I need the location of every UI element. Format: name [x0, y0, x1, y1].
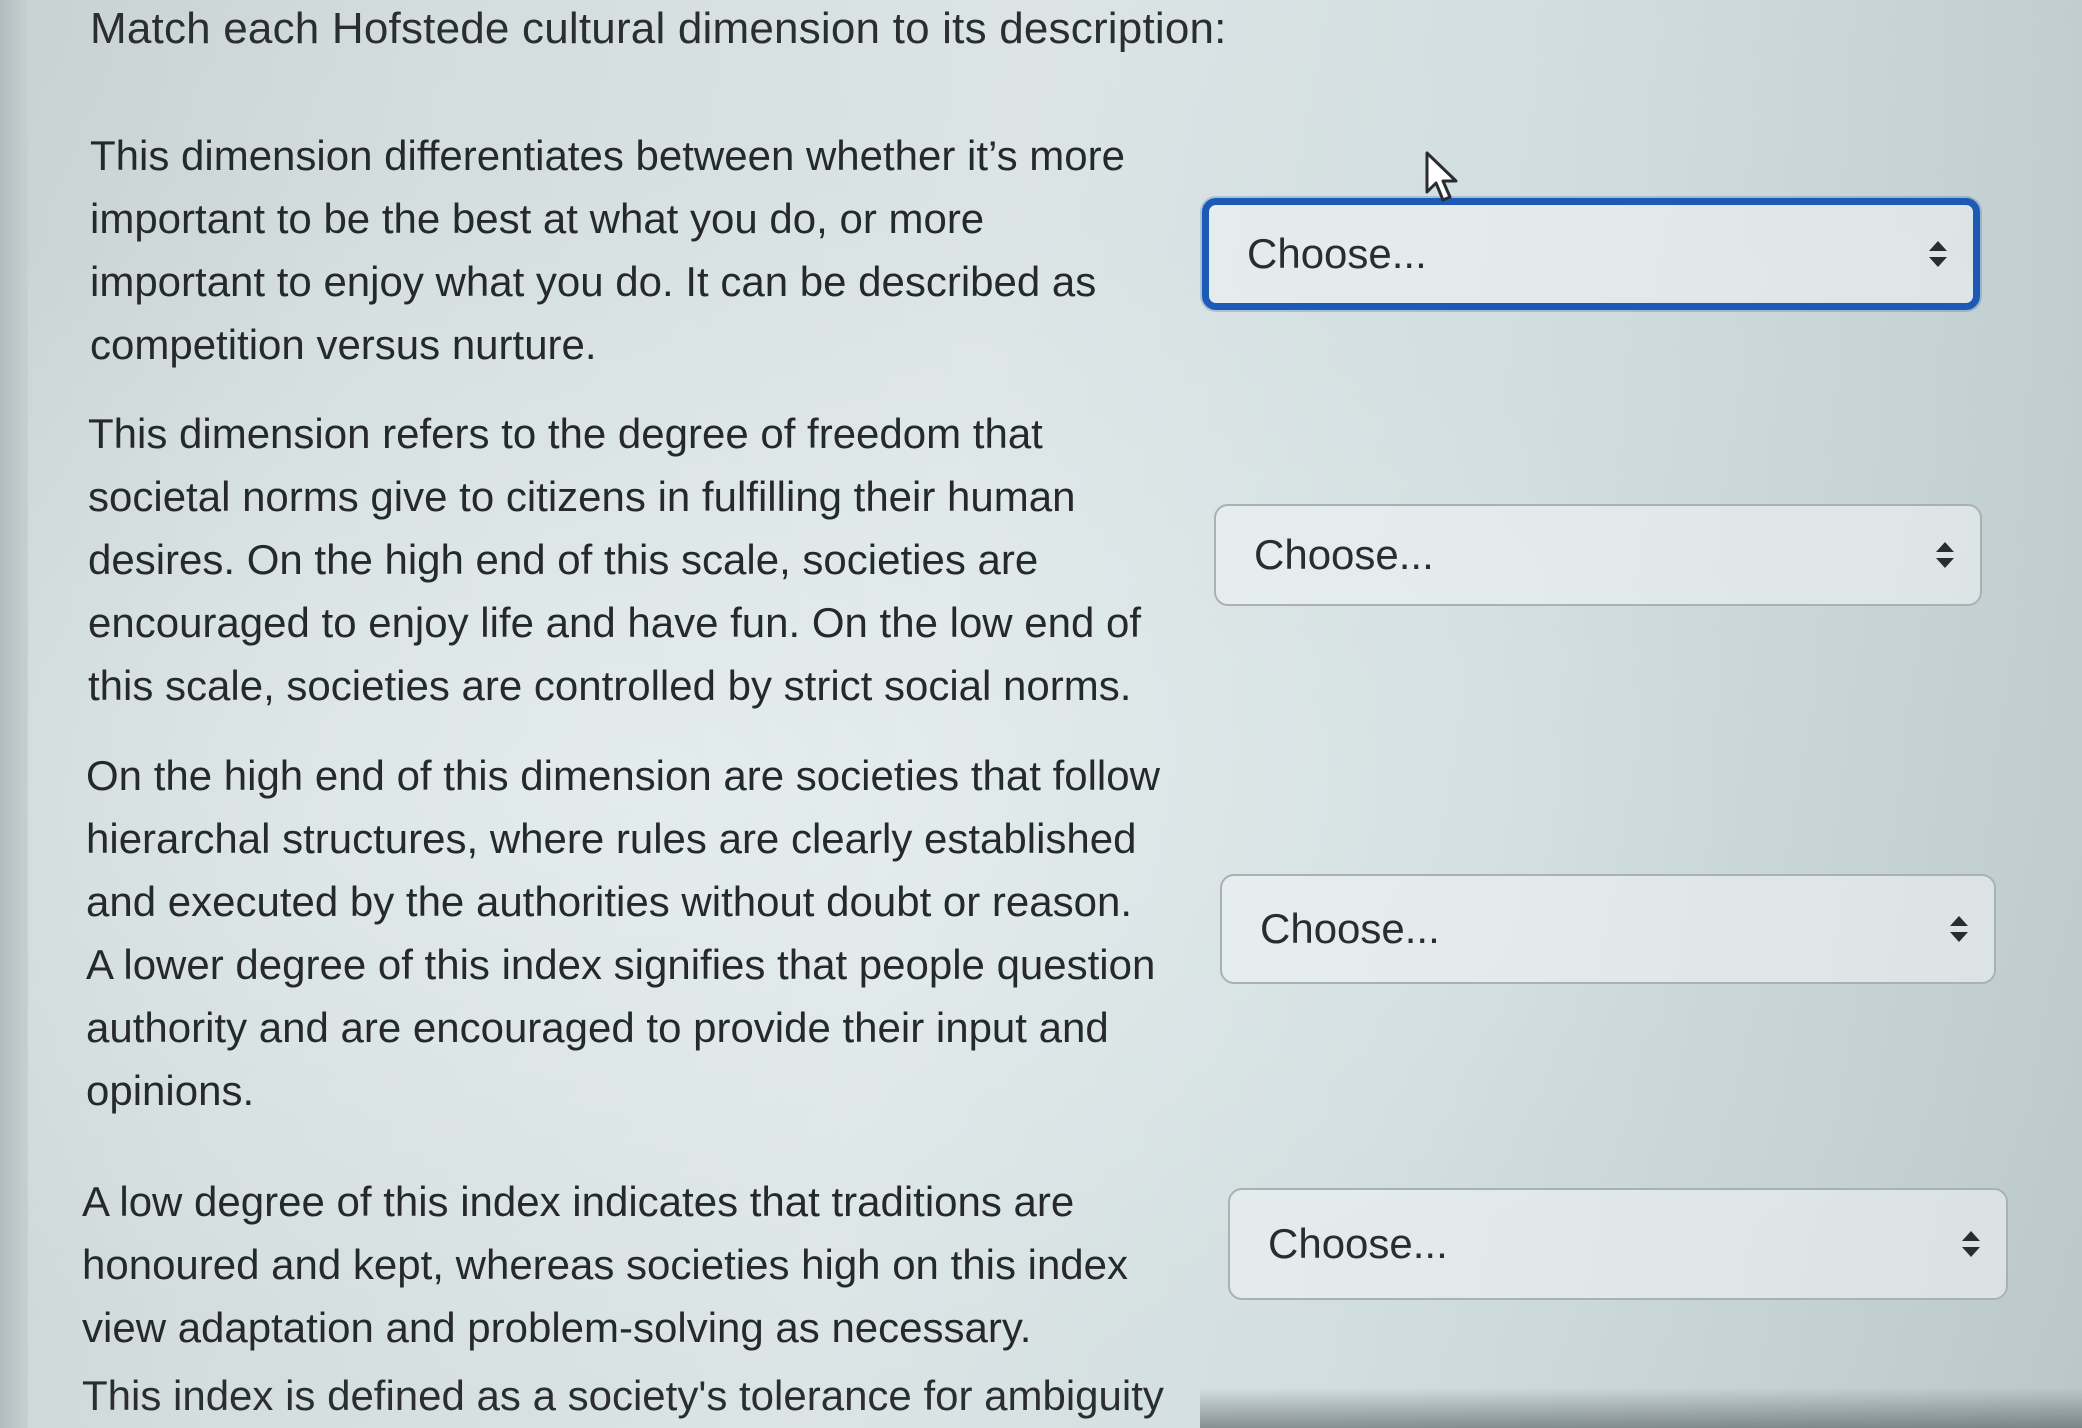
answer-select-3[interactable]: Choose... — [1220, 874, 1996, 984]
quiz-page: Match each Hofstede cultural dimension t… — [0, 0, 2082, 1428]
question-line: desires. On the high end of this scale, … — [88, 536, 1039, 583]
answer-select-2[interactable]: Choose... — [1214, 504, 1982, 606]
select-value: Choose... — [1254, 531, 1434, 578]
question-line: A low degree of this index indicates tha… — [82, 1178, 1075, 1225]
question-line: opinions. — [86, 1067, 255, 1114]
answer-select-4[interactable]: Choose... — [1228, 1188, 2008, 1300]
select-value: Choose... — [1268, 1220, 1448, 1267]
left-margin — [0, 0, 28, 1428]
updown-chevron-icon — [1936, 1229, 2006, 1259]
question-line: This dimension differentiates between wh… — [90, 132, 1125, 179]
question-line: hierarchal structures, where rules are c… — [86, 815, 1137, 862]
question-line: honoured and kept, whereas societies hig… — [82, 1241, 1129, 1288]
answer-select-1[interactable]: Choose... — [1202, 198, 1980, 310]
question-text-5-partial: This index is defined as a society's tol… — [82, 1372, 1164, 1419]
updown-chevron-icon — [1924, 914, 1994, 944]
question-instructions: Match each Hofstede cultural dimension t… — [90, 4, 1227, 53]
question-line: this scale, societies are controlled by … — [88, 662, 1132, 709]
question-text-3: On the high end of this dimension are so… — [86, 744, 1206, 1122]
updown-chevron-icon — [1910, 540, 1980, 570]
select-value: Choose... — [1260, 905, 1440, 952]
question-text-2: This dimension refers to the degree of f… — [88, 402, 1208, 717]
mouse-pointer-icon — [1425, 151, 1458, 202]
question-line: societal norms give to citizens in fulfi… — [88, 473, 1076, 520]
question-text-1: This dimension differentiates between wh… — [90, 124, 1210, 376]
question-line: This dimension refers to the degree of f… — [88, 410, 1043, 457]
question-line: competition versus nurture. — [90, 321, 597, 368]
updown-chevron-icon — [1903, 239, 1973, 269]
question-line: important to be the best at what you do,… — [90, 195, 985, 242]
question-line: authority and are encouraged to provide … — [86, 1004, 1109, 1051]
bottom-edge-shadow — [1200, 1388, 2082, 1428]
question-line: important to enjoy what you do. It can b… — [90, 258, 1097, 305]
question-line: A lower degree of this index signifies t… — [86, 941, 1156, 988]
question-line: and executed by the authorities without … — [86, 878, 1133, 925]
select-value: Choose... — [1247, 230, 1427, 277]
question-text-4: A low degree of this index indicates tha… — [82, 1170, 1202, 1359]
question-line: view adaptation and problem-solving as n… — [82, 1304, 1032, 1351]
question-line: encouraged to enjoy life and have fun. O… — [88, 599, 1142, 646]
question-line: On the high end of this dimension are so… — [86, 752, 1160, 799]
